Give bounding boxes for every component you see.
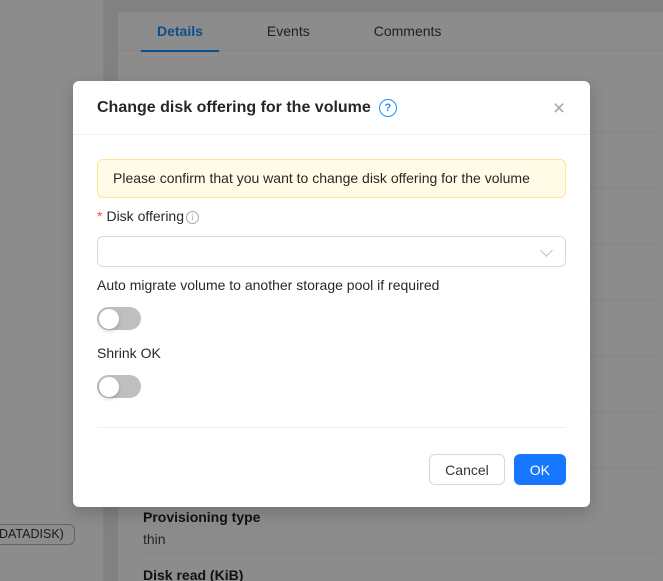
confirm-alert: Please confirm that you want to change d… <box>97 159 566 198</box>
disk-offering-select[interactable] <box>97 236 566 267</box>
required-asterisk: * <box>97 208 102 224</box>
toggle-knob <box>99 309 119 329</box>
change-disk-offering-modal: Change disk offering for the volume ? × … <box>73 81 590 507</box>
close-icon[interactable]: × <box>546 96 572 122</box>
modal-header: Change disk offering for the volume ? × <box>73 81 590 135</box>
modal-footer: Cancel OK <box>73 454 590 485</box>
disk-offering-label-row: *Disk offeringi <box>97 208 566 224</box>
shrink-ok-label: Shrink OK <box>97 345 566 361</box>
disk-offering-label: Disk offering <box>106 208 184 224</box>
shrink-ok-toggle[interactable] <box>97 375 141 398</box>
info-circle-icon[interactable]: i <box>186 211 199 224</box>
help-circle-icon[interactable]: ? <box>379 99 397 117</box>
auto-migrate-label: Auto migrate volume to another storage p… <box>97 277 566 293</box>
toggle-knob <box>99 377 119 397</box>
ok-button[interactable]: OK <box>514 454 566 485</box>
modal-body: Please confirm that you want to change d… <box>73 135 590 428</box>
auto-migrate-toggle[interactable] <box>97 307 141 330</box>
cancel-button[interactable]: Cancel <box>429 454 505 485</box>
footer-divider <box>97 427 566 428</box>
modal-title: Change disk offering for the volume <box>97 99 371 117</box>
chevron-down-icon <box>540 244 553 257</box>
